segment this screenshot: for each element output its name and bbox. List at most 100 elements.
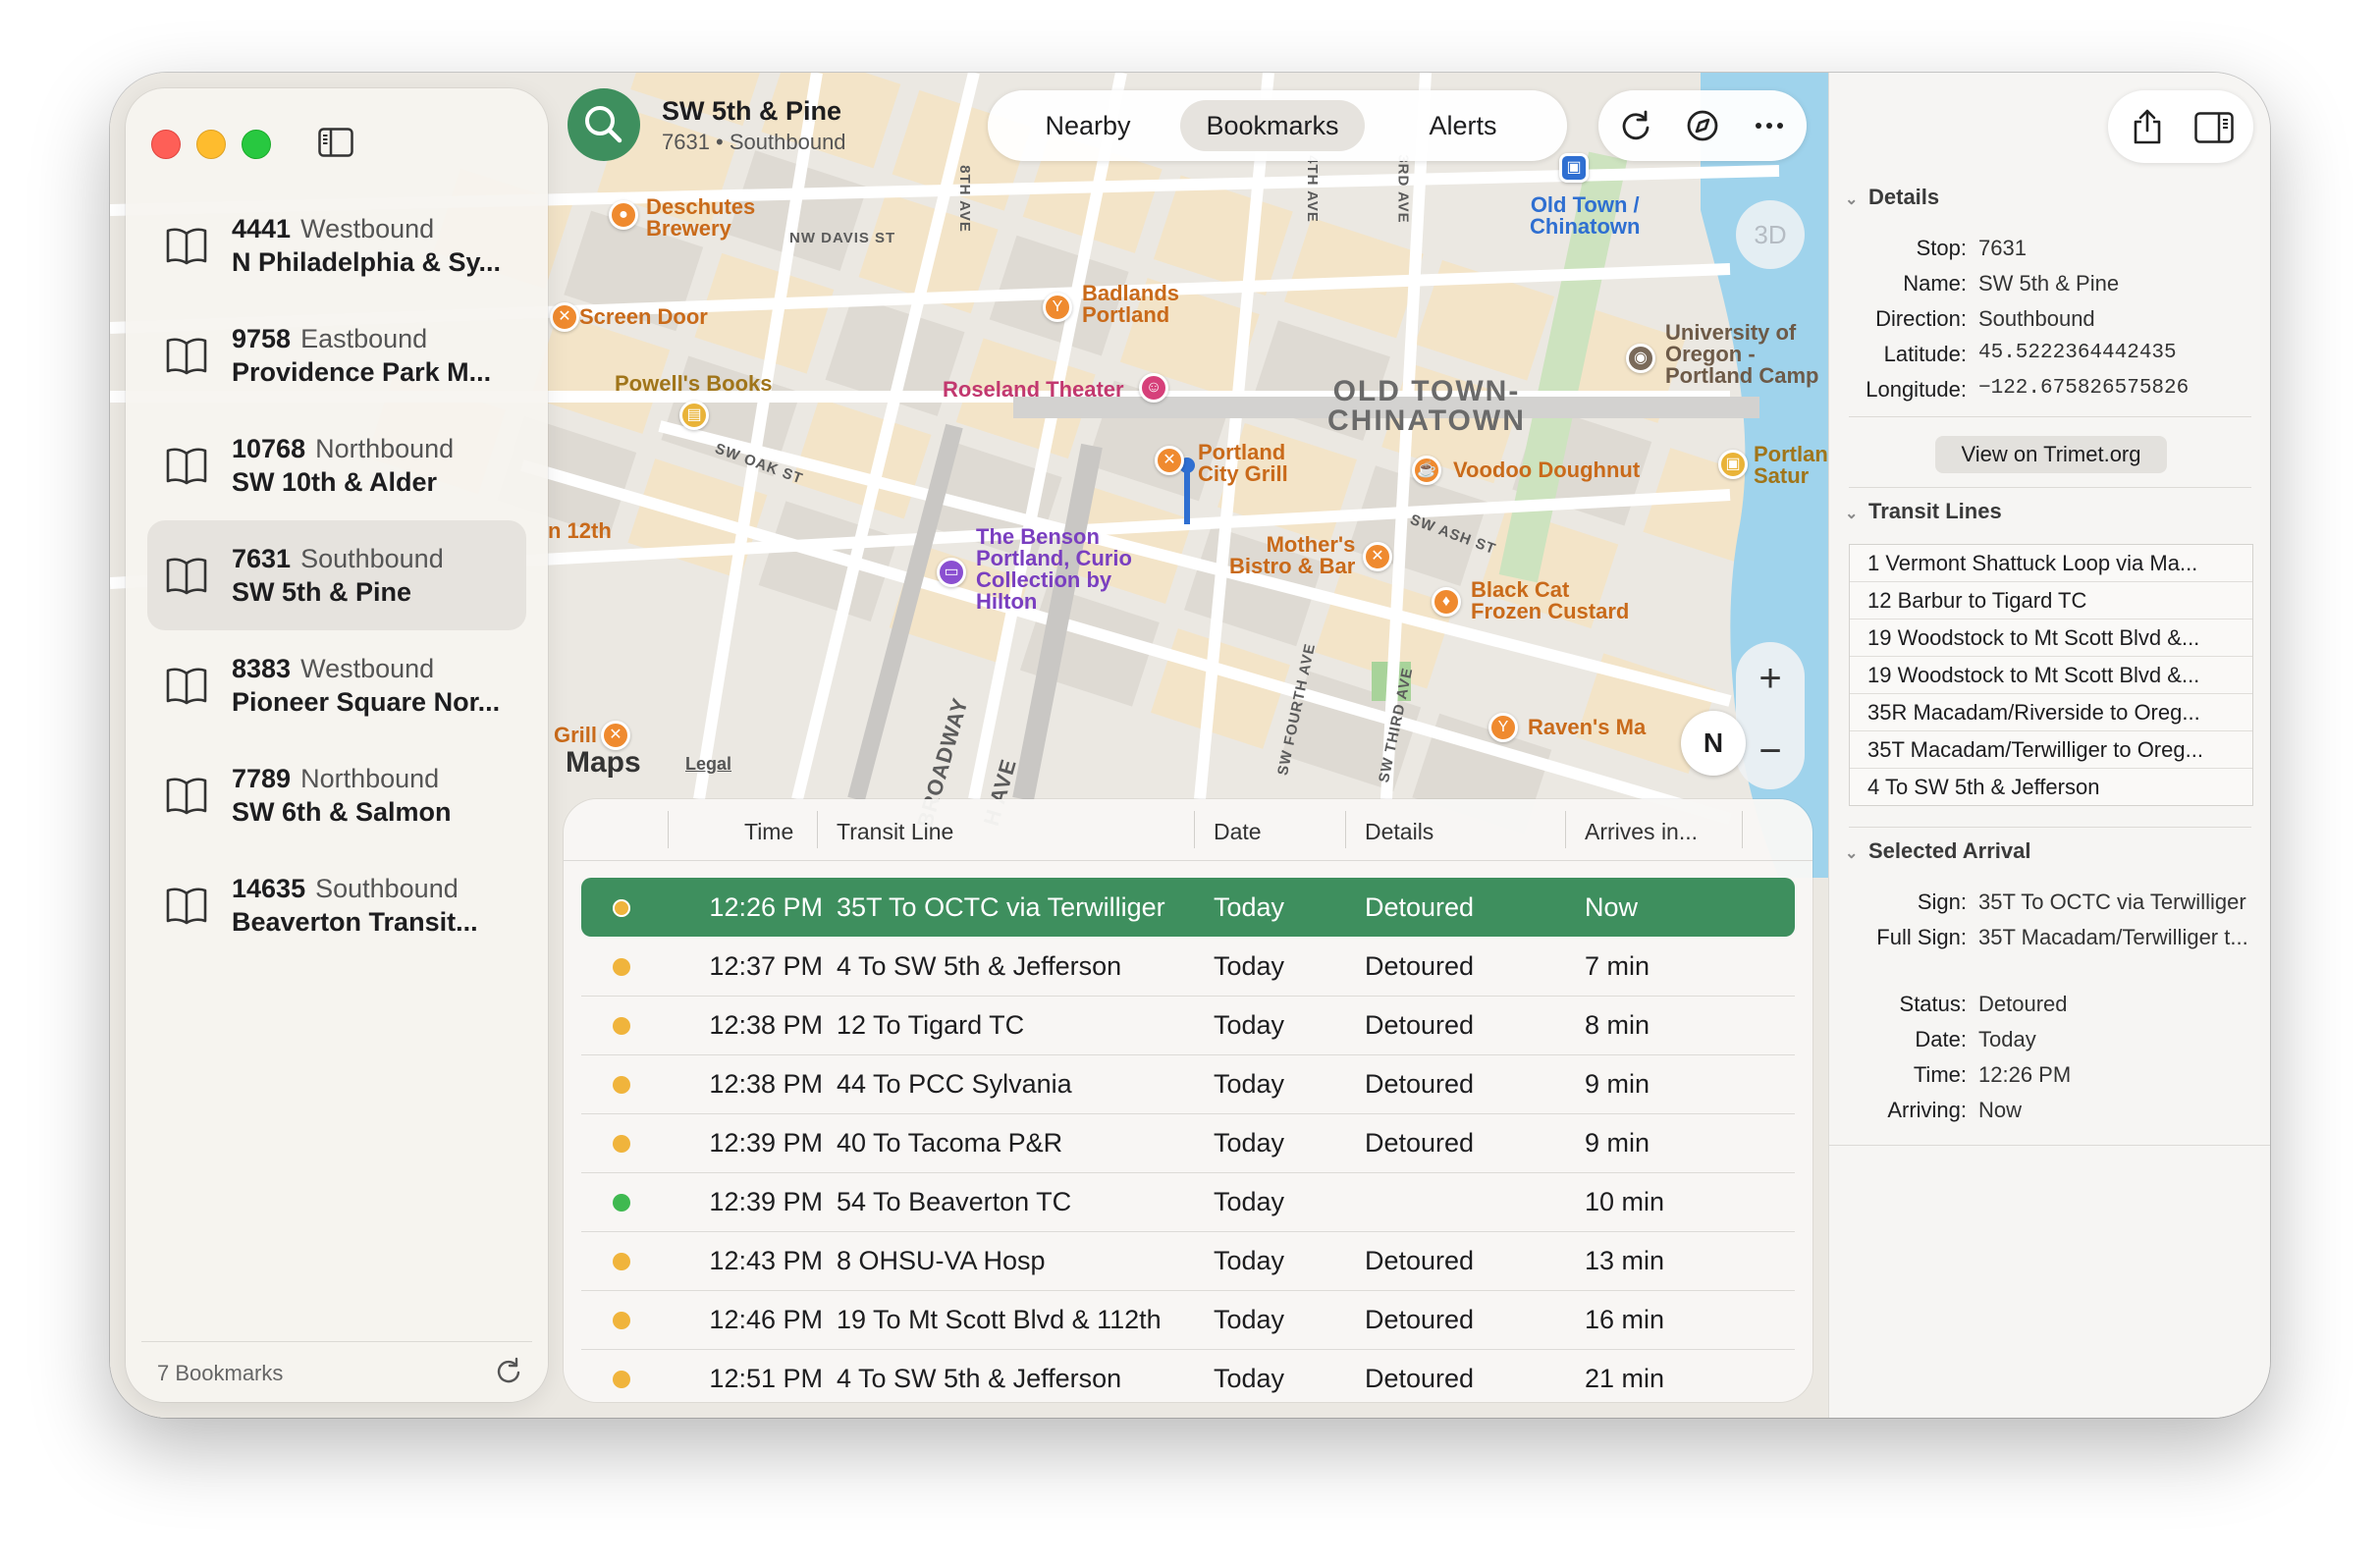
zoom-in-button[interactable]: + (1736, 644, 1805, 713)
arrival-details: Detoured (1365, 1364, 1475, 1393)
bar-pin-icon[interactable]: Y (1488, 713, 1518, 742)
poi-label[interactable]: Raven's Ma (1528, 717, 1646, 738)
arrival-row[interactable]: 12:39 PM 40 To Tacoma P&R Today Detoured 9 m… (581, 1113, 1795, 1173)
transit-line-item[interactable]: 35R Macadam/Riverside to Oreg... (1850, 694, 2252, 731)
view-on-trimet-button[interactable]: View on Trimet.org (1935, 436, 2167, 473)
book-icon (166, 558, 207, 595)
bookmark-stop-name: Pioneer Square Nor... (232, 687, 501, 717)
divider (1829, 1145, 2270, 1146)
close-window-button[interactable] (151, 130, 181, 159)
column-header-arrives[interactable]: Arrives in... (1585, 819, 1698, 845)
bookstore-pin-icon[interactable]: ▤ (679, 401, 709, 430)
share-icon[interactable] (2130, 108, 2165, 145)
poi-label[interactable]: Deschutes Brewery (646, 196, 755, 240)
more-options-icon[interactable] (1752, 108, 1787, 143)
arrival-time: 12:39 PM (709, 1128, 823, 1158)
compass-location-icon[interactable] (1685, 108, 1720, 143)
refresh-icon[interactable] (495, 1357, 522, 1384)
arrival-eta: 8 min (1585, 1010, 1650, 1040)
poi-label[interactable]: Black Cat Frozen Custard (1471, 579, 1629, 622)
arrival-time: 12:38 PM (709, 1069, 823, 1099)
zoom-out-button[interactable]: − (1736, 717, 1805, 785)
street-label: 8TH AVE (955, 165, 973, 233)
bookmark-stop-name: N Philadelphia & Sy... (232, 247, 502, 277)
university-pin-icon[interactable]: ◉ (1626, 344, 1655, 373)
zoom-window-button[interactable] (242, 130, 271, 159)
poi-label[interactable]: Mother's Bistro & Bar (1229, 534, 1355, 577)
arrival-row[interactable]: 12:43 PM 8 OHSU-VA Hosp Today Detoured 13 mi… (581, 1231, 1795, 1291)
compass-button[interactable]: N (1681, 711, 1746, 776)
bar-pin-icon[interactable]: Y (1043, 293, 1072, 322)
arrival-row-selected[interactable]: 12:26 PM 35T To OCTC via Terwilliger Today… (581, 878, 1795, 937)
column-header-time[interactable]: Time (744, 819, 793, 845)
bookmark-item[interactable]: 4441 Westbound N Philadelphia & Sy... (147, 190, 526, 300)
poi-label[interactable]: Screen Door (579, 306, 708, 328)
poi-label[interactable]: n 12th (548, 520, 612, 542)
cafe-pin-icon[interactable]: ☕ (1412, 456, 1441, 485)
restaurant-pin-icon[interactable]: ✕ (550, 302, 579, 332)
arrival-time: 12:37 PM (709, 951, 823, 981)
app-window: NW DAVIS ST SW OAK ST SW ASH ST BROADWAY… (110, 73, 2270, 1418)
arrival-date: Today (1214, 951, 1285, 981)
poi-label[interactable]: Roseland Theater (943, 379, 1124, 401)
poi-label[interactable]: Grill (554, 725, 597, 746)
bookmark-item[interactable]: 7789 Northbound SW 6th & Salmon (147, 740, 526, 850)
restaurant-pin-icon[interactable]: ✕ (1363, 542, 1392, 571)
poi-label[interactable]: Portlan Satur (1754, 444, 1828, 487)
poi-label[interactable]: Badlands Portland (1082, 283, 1179, 326)
arrival-row[interactable]: 12:46 PM 19 To Mt Scott Blvd & 112th Today… (581, 1290, 1795, 1350)
column-header-date[interactable]: Date (1214, 819, 1262, 845)
view-segmented-control: Nearby Bookmarks Alerts (988, 90, 1567, 161)
transit-line-item[interactable]: 1 Vermont Shattuck Loop via Ma... (1850, 545, 2252, 582)
detail-label: Direction: (1875, 306, 1967, 331)
tab-nearby[interactable]: Nearby (1005, 100, 1170, 151)
poi-label[interactable]: University of Oregon - Portland Camp (1665, 322, 1818, 387)
transit-line-item[interactable]: 19 Woodstock to Mt Scott Blvd &... (1850, 657, 2252, 694)
poi-label[interactable]: Portland City Grill (1198, 442, 1288, 485)
tab-alerts[interactable]: Alerts (1377, 100, 1549, 151)
arrival-row[interactable]: 12:38 PM 12 To Tigard TC Today Detoured 8 mi… (581, 996, 1795, 1055)
section-header-transit-lines[interactable]: ⌄ Transit Lines (1845, 499, 2002, 524)
bookmark-item[interactable]: 10768 Northbound SW 10th & Alder (147, 410, 526, 520)
status-label: Date: (1915, 1027, 1967, 1051)
poi-label[interactable]: Powell's Books (615, 373, 773, 395)
sidebar-toggle-icon[interactable] (318, 128, 353, 157)
search-button[interactable] (568, 88, 640, 161)
icecream-pin-icon[interactable]: ♦ (1432, 587, 1461, 617)
poi-label[interactable]: Old Town / Chinatown (1530, 194, 1640, 238)
bookmark-item[interactable]: 9758 Eastbound Providence Park M... (147, 300, 526, 410)
restaurant-pin-icon[interactable]: ✕ (1155, 446, 1184, 475)
transit-line-item[interactable]: 19 Woodstock to Mt Scott Blvd &... (1850, 620, 2252, 657)
market-pin-icon[interactable]: ▣ (1718, 450, 1748, 479)
arrival-row[interactable]: 12:38 PM 44 To PCC Sylvania Today Detoured 9… (581, 1054, 1795, 1114)
theater-pin-icon[interactable]: ☺ (1139, 373, 1168, 403)
minimize-window-button[interactable] (196, 130, 226, 159)
poi-label[interactable]: Voodoo Doughnut (1453, 459, 1640, 481)
column-header-transit-line[interactable]: Transit Line (837, 819, 953, 845)
column-header-details[interactable]: Details (1365, 819, 1433, 845)
map-3d-button[interactable]: 3D (1736, 200, 1805, 269)
arrival-row[interactable]: 12:39 PM 54 To Beaverton TC Today 10 min (581, 1172, 1795, 1232)
tab-bookmarks[interactable]: Bookmarks (1180, 100, 1365, 151)
section-header-details[interactable]: ⌄ Details (1845, 185, 1939, 210)
bookmark-item[interactable]: 8383 Westbound Pioneer Square Nor... (147, 630, 526, 740)
reload-icon[interactable] (1618, 108, 1653, 143)
bookmark-item-selected[interactable]: 7631 Southbound SW 5th & Pine (147, 520, 526, 630)
arrival-row[interactable]: 12:51 PM 4 To SW 5th & Jefferson Today Deto… (581, 1349, 1795, 1402)
arrival-time: 12:38 PM (709, 1010, 823, 1040)
poi-label[interactable]: The Benson Portland, Curio Collection by… (976, 526, 1132, 613)
brewery-pin-icon[interactable]: ● (609, 200, 638, 230)
train-station-icon[interactable]: ▣ (1559, 153, 1589, 183)
inspector-toggle-icon[interactable] (2194, 112, 2234, 143)
map-toolbar (1598, 90, 1807, 161)
transit-line-item[interactable]: 12 Barbur to Tigard TC (1850, 582, 2252, 620)
hotel-pin-icon[interactable]: ▭ (937, 558, 966, 587)
arrival-details: Detoured (1365, 1246, 1475, 1275)
legal-link[interactable]: Legal (685, 754, 731, 775)
bookmark-item[interactable]: 14635 Southbound Beaverton Transit... (147, 850, 526, 960)
transit-line-item[interactable]: 4 To SW 5th & Jefferson (1850, 769, 2252, 805)
transit-line-item[interactable]: 35T Macadam/Terwilliger to Oreg... (1850, 731, 2252, 769)
status-dot-icon (613, 1253, 630, 1270)
section-header-selected-arrival[interactable]: ⌄ Selected Arrival (1845, 838, 2031, 864)
arrival-row[interactable]: 12:37 PM 4 To SW 5th & Jefferson Today Deto… (581, 937, 1795, 997)
